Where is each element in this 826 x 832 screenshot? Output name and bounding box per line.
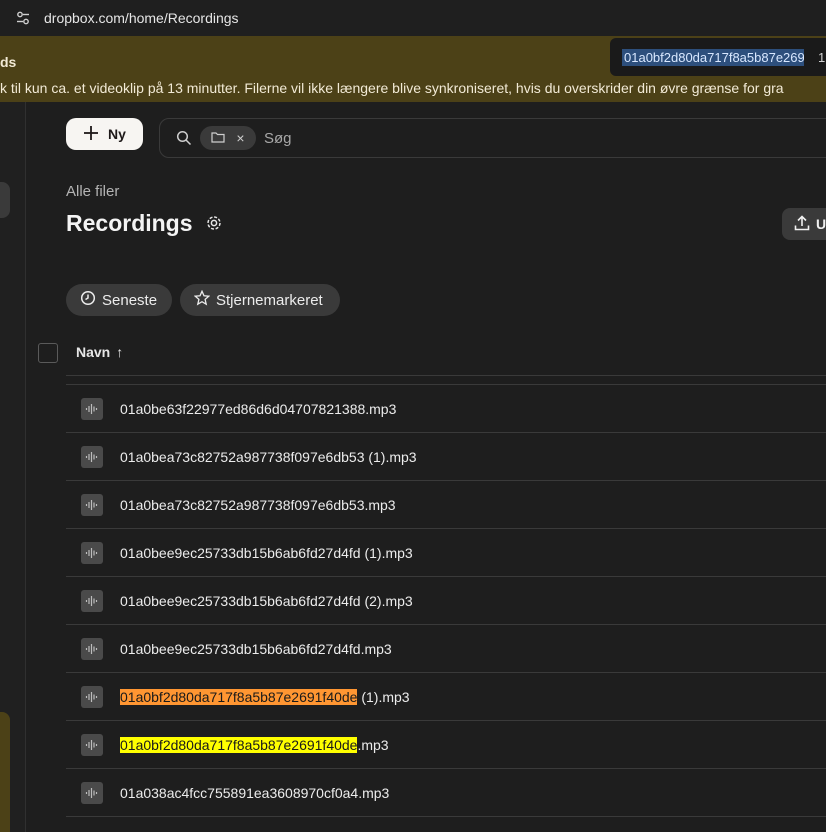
- divider: [66, 375, 826, 376]
- url-text[interactable]: dropbox.com/home/Recordings: [44, 10, 239, 26]
- file-name[interactable]: 01a0bee9ec25733db15b6ab6fd27d4fd.mp3: [120, 641, 392, 657]
- site-settings-icon[interactable]: [14, 9, 32, 27]
- recent-filter-button[interactable]: Seneste: [66, 284, 172, 316]
- file-name-text: 01a038ac4fcc755891ea3608970cf0a4.mp3: [120, 785, 390, 801]
- column-name-header[interactable]: Navn ↑: [76, 344, 123, 360]
- upload-button[interactable]: U: [782, 208, 826, 240]
- file-name-text: 01a0bea73c82752a987738f097e6db53 (1).mp3: [120, 449, 417, 465]
- file-name[interactable]: 01a0bf2d80da717f8a5b87e2691f40de.mp3: [120, 737, 389, 753]
- banner-title: ds: [0, 54, 17, 70]
- file-name[interactable]: 01a0bea73c82752a987738f097e6db53 (1).mp3: [120, 449, 417, 465]
- file-name[interactable]: 01a0bf2d80da717f8a5b87e2691f40de (1).mp3: [120, 689, 410, 705]
- sidebar: [0, 102, 26, 832]
- sidebar-promo-card[interactable]: [0, 712, 10, 832]
- search-icon: [176, 130, 192, 146]
- folder-scope-chip[interactable]: ×: [200, 126, 256, 150]
- search-match-highlight: 01a0bf2d80da717f8a5b87e2691f40de: [120, 689, 358, 705]
- table-row[interactable]: 01a0bee9ec25733db15b6ab6fd27d4fd (2).mp3: [66, 577, 826, 625]
- file-name[interactable]: 01a0bee9ec25733db15b6ab6fd27d4fd (2).mp3: [120, 593, 413, 609]
- audio-file-icon: [81, 638, 103, 660]
- file-name[interactable]: 01a0bea73c82752a987738f097e6db53.mp3: [120, 497, 396, 513]
- audio-file-icon: [81, 782, 103, 804]
- table-row[interactable]: 01a0bea73c82752a987738f097e6db53.mp3: [66, 481, 826, 529]
- table-row[interactable]: 01a0bee9ec25733db15b6ab6fd27d4fd (1).mp3: [66, 529, 826, 577]
- breadcrumb[interactable]: Alle filer: [66, 183, 119, 200]
- new-button-label: Ny: [108, 126, 126, 142]
- file-list: 01a0be63f22977ed86d6d04707821388.mp3 01a0…: [66, 385, 826, 817]
- column-name-label: Navn: [76, 344, 111, 360]
- audio-file-icon: [81, 542, 103, 564]
- search-input[interactable]: [264, 129, 564, 147]
- file-name-text: 01a0bee9ec25733db15b6ab6fd27d4fd.mp3: [120, 641, 392, 657]
- file-name-text: 01a0be63f22977ed86d6d04707821388.mp3: [120, 401, 397, 417]
- table-row[interactable]: 01a0bee9ec25733db15b6ab6fd27d4fd.mp3: [66, 625, 826, 673]
- recent-filter-label: Seneste: [102, 291, 158, 309]
- table-row[interactable]: 01a038ac4fcc755891ea3608970cf0a4.mp3: [66, 769, 826, 817]
- audio-file-icon: [81, 398, 103, 420]
- file-name[interactable]: 01a0be63f22977ed86d6d04707821388.mp3: [120, 401, 396, 417]
- file-name[interactable]: 01a038ac4fcc755891ea3608970cf0a4.mp3: [120, 785, 389, 801]
- table-row[interactable]: 01a0bf2d80da717f8a5b87e2691f40de.mp3: [66, 721, 826, 769]
- search-match-highlight: 01a0bf2d80da717f8a5b87e2691f40de: [120, 737, 358, 753]
- file-name[interactable]: 01a0bee9ec25733db15b6ab6fd27d4fd (1).mp3: [120, 545, 413, 561]
- clock-icon: [80, 290, 96, 310]
- file-name-text: 01a0bee9ec25733db15b6ab6fd27d4fd (1).mp3: [120, 545, 413, 561]
- folder-icon: [211, 130, 226, 146]
- table-header: Navn ↑: [26, 334, 826, 374]
- gear-icon[interactable]: [205, 214, 223, 237]
- sort-arrow-icon: ↑: [116, 344, 124, 360]
- browser-address-bar[interactable]: dropbox.com/home/Recordings: [0, 0, 826, 36]
- file-name-text: .mp3: [357, 737, 389, 753]
- sidebar-active-item[interactable]: [0, 182, 10, 218]
- find-in-page-bar[interactable]: 01a0bf2d80da717f8a5b87e269 1: [610, 38, 826, 76]
- table-row[interactable]: 01a0be63f22977ed86d6d04707821388.mp3: [66, 385, 826, 433]
- file-name-text: (1).mp3: [357, 689, 410, 705]
- page-title: Recordings: [66, 210, 193, 236]
- audio-file-icon: [81, 446, 103, 468]
- table-row[interactable]: 01a0bea73c82752a987738f097e6db53 (1).mp3: [66, 433, 826, 481]
- find-query-input[interactable]: 01a0bf2d80da717f8a5b87e269: [622, 48, 804, 66]
- file-name-text: 01a0bee9ec25733db15b6ab6fd27d4fd (2).mp3: [120, 593, 413, 609]
- select-all-checkbox[interactable]: [38, 343, 58, 363]
- audio-file-icon: [81, 734, 103, 756]
- upload-button-label: U: [816, 216, 826, 232]
- upload-icon: [794, 214, 810, 234]
- new-button[interactable]: Ny: [66, 118, 143, 150]
- banner-text: k til kun ca. et videoklip på 13 minutte…: [0, 80, 784, 96]
- audio-file-icon: [81, 494, 103, 516]
- table-row[interactable]: 01a0bf2d80da717f8a5b87e2691f40de (1).mp3: [66, 673, 826, 721]
- starred-filter-label: Stjernemarkeret: [216, 291, 323, 309]
- plus-icon: [83, 125, 99, 144]
- close-icon[interactable]: ×: [236, 130, 244, 146]
- audio-file-icon: [81, 590, 103, 612]
- star-icon: [193, 289, 211, 310]
- search-bar[interactable]: ×: [159, 118, 826, 158]
- find-match-count: 1: [818, 49, 826, 65]
- audio-file-icon: [81, 686, 103, 708]
- starred-filter-button[interactable]: Stjernemarkeret: [180, 284, 340, 316]
- file-name-text: 01a0bea73c82752a987738f097e6db53.mp3: [120, 497, 396, 513]
